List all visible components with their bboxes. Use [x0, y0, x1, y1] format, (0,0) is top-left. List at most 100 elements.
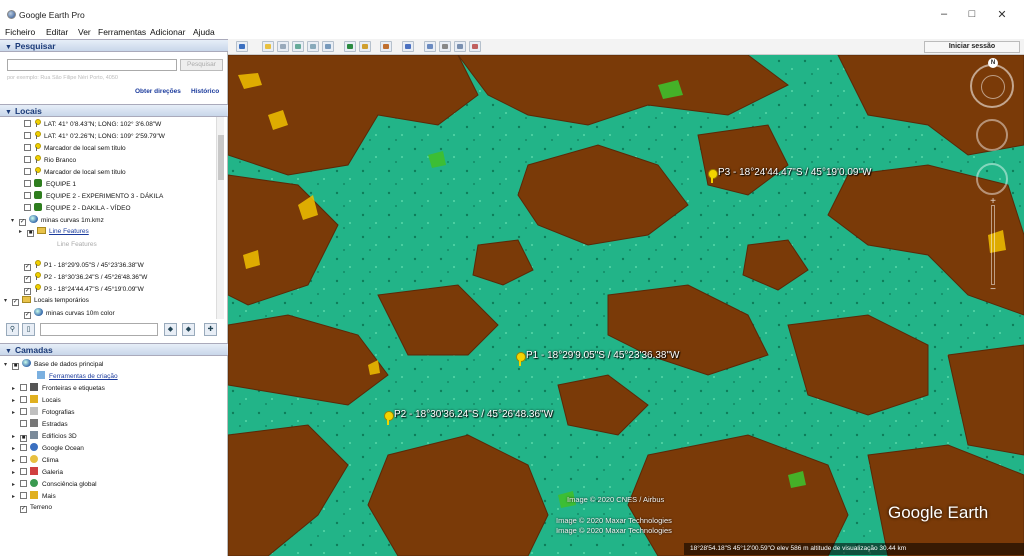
layer-item[interactable]: ▸ Google Ocean	[12, 443, 84, 453]
menu-file[interactable]: Ficheiro	[5, 27, 35, 37]
places-item[interactable]: EQUIPE 2 - DAKILA - VÍDEO	[24, 203, 131, 213]
add-place-icon[interactable]: ✚	[204, 323, 217, 336]
search-places-icon[interactable]: ⚲	[6, 323, 19, 336]
expand-toggle-icon[interactable]: ▸	[19, 227, 25, 237]
terrain-layer[interactable]: ✓ Terreno	[20, 503, 52, 513]
expand-toggle-icon[interactable]: ▸	[12, 396, 18, 406]
record-tour-icon[interactable]	[322, 41, 334, 52]
expand-toggle-icon[interactable]: ▸	[12, 492, 18, 502]
email-icon[interactable]	[424, 41, 436, 52]
menu-add[interactable]: Adicionar	[150, 27, 185, 37]
places-item[interactable]: EQUIPE 1	[24, 179, 76, 189]
planet-switch-icon[interactable]	[380, 41, 392, 52]
search-panel-header[interactable]: ▼ Pesquisar	[0, 39, 228, 52]
panel-toggle-icon[interactable]: ▯	[22, 323, 35, 336]
print-icon[interactable]	[439, 41, 451, 52]
placemark-pin-icon[interactable]	[514, 352, 526, 366]
point-item-p3[interactable]: ✓ P3 - 18°24'44.47"S / 45°19'0.09"W	[24, 284, 144, 295]
line-features-folder[interactable]: ▸ ■ Line Features	[19, 227, 89, 237]
expand-toggle-icon[interactable]: ▸	[12, 456, 18, 466]
checkbox[interactable]: ✓	[24, 312, 31, 319]
maximize-button[interactable]: □	[964, 8, 980, 20]
checkbox[interactable]: ■	[27, 230, 34, 237]
primary-database-item[interactable]: ▾ ■ Base de dados principal	[4, 359, 103, 370]
menu-view[interactable]: Ver	[78, 27, 91, 37]
expand-toggle-icon[interactable]: ▸	[12, 408, 18, 418]
sidebar-toggle-icon[interactable]	[236, 41, 248, 52]
checkbox[interactable]: ✓	[24, 264, 31, 271]
historical-imagery-icon[interactable]	[344, 41, 356, 52]
checkbox[interactable]: ■	[20, 435, 27, 442]
places-item[interactable]: Marcador de local sem título	[24, 167, 126, 177]
checkbox[interactable]: ✓	[24, 276, 31, 283]
checkbox[interactable]: ✓	[12, 299, 19, 306]
checkbox[interactable]	[20, 468, 27, 475]
expand-toggle-icon[interactable]: ▸	[12, 468, 18, 478]
layer-item[interactable]: ▸ Locais	[12, 395, 61, 405]
checkbox[interactable]	[24, 144, 31, 151]
checkbox[interactable]: ■	[12, 363, 19, 370]
placemark-label-p1[interactable]: P1 - 18°29'9.05"S / 45°23'36.38"W	[526, 350, 679, 361]
places-filter-input[interactable]	[40, 323, 158, 336]
checkbox[interactable]	[24, 132, 31, 139]
menu-help[interactable]: Ajuda	[193, 27, 215, 37]
checkbox[interactable]	[20, 444, 27, 451]
layer-item[interactable]: Estradas	[12, 419, 68, 429]
placemark-pin-icon[interactable]	[382, 411, 394, 425]
checkbox[interactable]	[24, 192, 31, 199]
menu-edit[interactable]: Editar	[46, 27, 68, 37]
expand-toggle-icon[interactable]: ▾	[11, 216, 17, 226]
expand-toggle-icon[interactable]: ▸	[12, 444, 18, 454]
layers-panel-header[interactable]: ▼ Camadas	[0, 343, 228, 356]
close-button[interactable]: ✕	[994, 8, 1010, 21]
expand-toggle-icon[interactable]: ▾	[4, 360, 10, 370]
move-down-icon[interactable]: ◆	[182, 323, 195, 336]
checkbox[interactable]	[24, 168, 31, 175]
search-input[interactable]	[7, 59, 177, 71]
checkbox[interactable]	[20, 480, 27, 487]
north-indicator[interactable]: N	[988, 58, 998, 68]
places-panel-header[interactable]: ▼ Locais	[0, 104, 228, 117]
places-item[interactable]: Marcador de local sem título	[24, 143, 126, 153]
checkbox[interactable]: ✓	[20, 506, 27, 513]
move-up-icon[interactable]: ◆	[164, 323, 177, 336]
look-joystick[interactable]	[976, 119, 1008, 151]
layer-item[interactable]: ▸ ■ Edifícios 3D	[12, 431, 77, 442]
placemark-label-p2[interactable]: P2 - 18°30'36.24"S / 45°26'48.36"W	[394, 409, 553, 420]
add-placemark-icon[interactable]	[262, 41, 274, 52]
temporary-child-item[interactable]: ✓ minas curvas 10m color	[24, 308, 115, 319]
layer-item[interactable]: ▸ Consciência global	[12, 479, 97, 489]
compass-ring[interactable]	[970, 64, 1014, 108]
checkbox[interactable]	[24, 156, 31, 163]
get-directions-link[interactable]: Obter direções	[135, 88, 181, 95]
layer-item[interactable]: ▸ Clima	[12, 455, 59, 465]
add-path-icon[interactable]	[292, 41, 304, 52]
menu-tools[interactable]: Ferramentas	[98, 27, 146, 37]
view-in-maps-icon[interactable]	[469, 41, 481, 52]
temporary-places-folder[interactable]: ▾ ✓ Locais temporários	[4, 296, 89, 306]
layer-item[interactable]: ▸ Galeria	[12, 467, 63, 477]
checkbox[interactable]	[20, 492, 27, 499]
placemark-pin-icon[interactable]	[706, 169, 718, 183]
checkbox[interactable]	[20, 408, 27, 415]
creation-tools-link[interactable]: Ferramentas de criação	[37, 371, 118, 381]
expand-toggle-icon[interactable]: ▸	[12, 480, 18, 490]
kmz-item[interactable]: ▾ ✓ minas curvas 1m.kmz	[11, 215, 104, 226]
checkbox[interactable]	[20, 420, 27, 427]
add-image-overlay-icon[interactable]	[307, 41, 319, 52]
zoom-out-icon[interactable]: −	[986, 285, 1000, 295]
minimize-button[interactable]: –	[936, 8, 952, 20]
move-joystick[interactable]	[976, 163, 1008, 195]
save-image-icon[interactable]	[454, 41, 466, 52]
places-item[interactable]: LAT: 41° 0'8.43"N; LONG: 102° 3'6.08"W	[24, 119, 161, 129]
layer-item[interactable]: ▸ Fotografias	[12, 407, 75, 417]
point-item-p2[interactable]: ✓ P2 - 18°30'36.24"S / 45°26'48.36"W	[24, 272, 147, 283]
sunlight-icon[interactable]	[359, 41, 371, 52]
scrollbar-thumb[interactable]	[218, 135, 224, 180]
checkbox[interactable]	[24, 180, 31, 187]
expand-toggle-icon[interactable]: ▸	[12, 384, 18, 394]
search-button[interactable]: Pesquisar	[180, 59, 223, 71]
places-scrollbar[interactable]	[216, 117, 224, 319]
places-item[interactable]: Rio Branco	[24, 155, 76, 165]
expand-toggle-icon[interactable]: ▾	[4, 296, 10, 306]
